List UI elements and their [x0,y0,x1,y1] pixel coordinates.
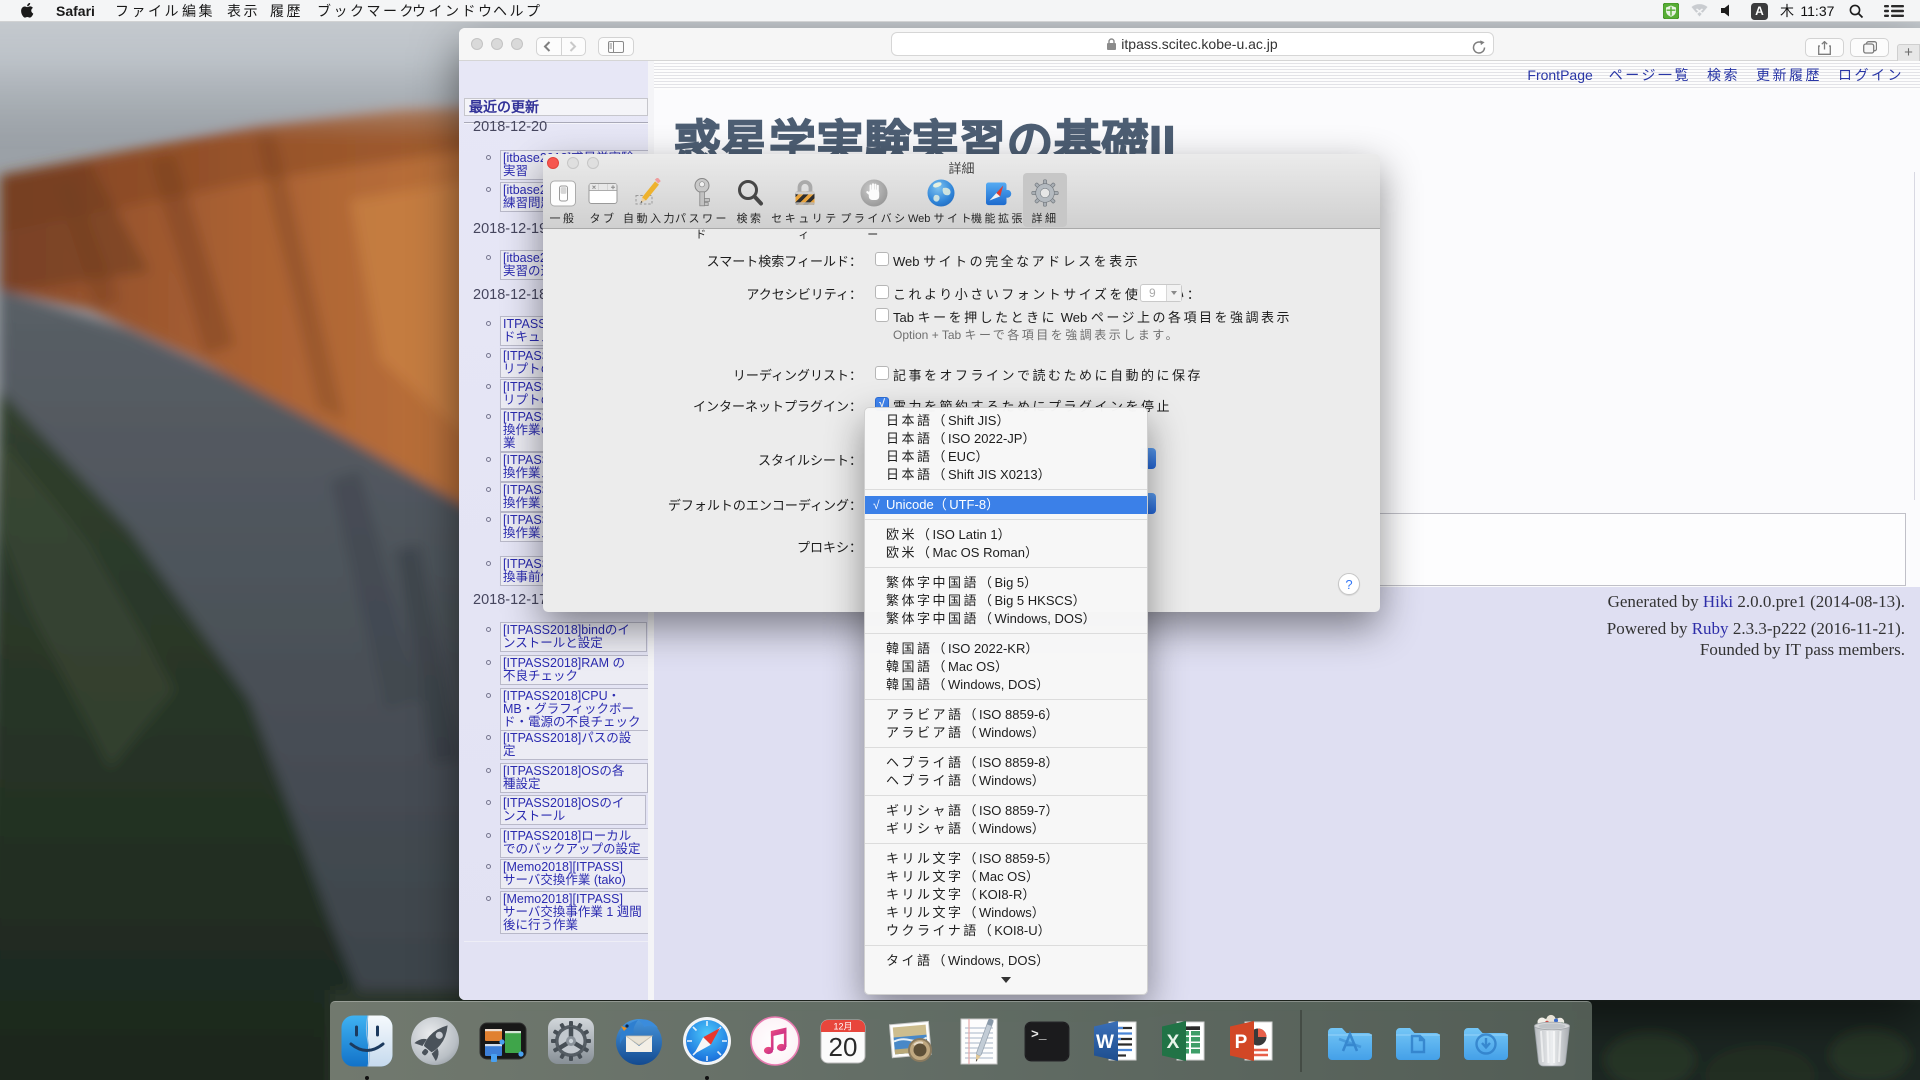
svg-text:20: 20 [829,1032,858,1062]
svg-text:>_: >_ [1031,1027,1047,1042]
svg-text:X: X [1167,1032,1180,1053]
svg-text:W: W [1096,1032,1114,1053]
svg-text:P: P [1235,1032,1248,1053]
svg-text:12月: 12月 [833,1022,852,1032]
